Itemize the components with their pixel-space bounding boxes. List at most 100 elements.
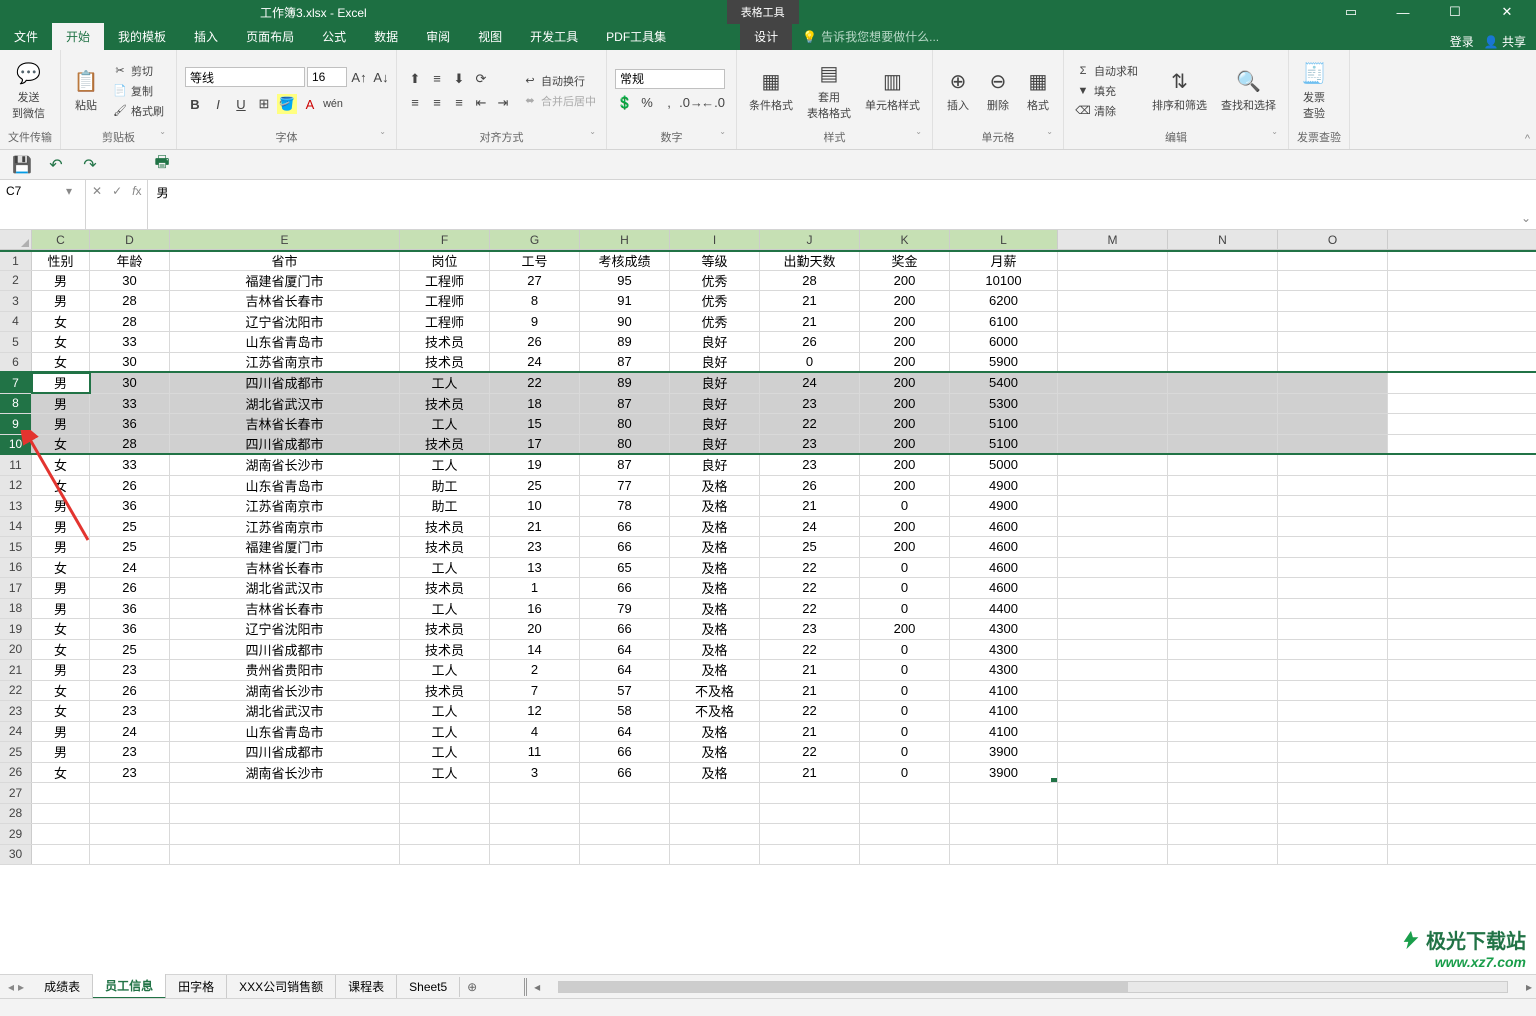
cell-D11[interactable]: 33 (90, 455, 170, 475)
cell-H4[interactable]: 90 (580, 312, 670, 332)
cell-M10[interactable] (1058, 435, 1168, 454)
cell-D25[interactable]: 23 (90, 742, 170, 762)
cell-G10[interactable]: 17 (490, 435, 580, 454)
column-headers[interactable]: C D E F G H I J K L M N O (0, 230, 1536, 250)
row-header-25[interactable]: 25 (0, 742, 32, 762)
cell-F22[interactable]: 技术员 (400, 681, 490, 701)
cell-L9[interactable]: 5100 (950, 414, 1058, 434)
cell-K22[interactable]: 0 (860, 681, 950, 701)
cell-O15[interactable] (1278, 537, 1388, 557)
cell-G29[interactable] (490, 824, 580, 844)
cell-C29[interactable] (32, 824, 90, 844)
cell-G11[interactable]: 19 (490, 455, 580, 475)
cell-K28[interactable] (860, 804, 950, 824)
print-preview-button[interactable]: 🖶 (152, 155, 172, 175)
cell-H16[interactable]: 65 (580, 558, 670, 578)
find-select-button[interactable]: 🔍查找和选择 (1217, 67, 1280, 115)
sheet-tab-2[interactable]: 员工信息 (93, 974, 166, 999)
align-bottom-button[interactable]: ⬇ (449, 69, 469, 89)
cell-O25[interactable] (1278, 742, 1388, 762)
select-all-corner[interactable] (0, 230, 32, 249)
cell-I4[interactable]: 优秀 (670, 312, 760, 332)
cell-J15[interactable]: 25 (760, 537, 860, 557)
cell-N16[interactable] (1168, 558, 1278, 578)
cell-L25[interactable]: 3900 (950, 742, 1058, 762)
cell-H5[interactable]: 89 (580, 332, 670, 352)
cell-K24[interactable]: 0 (860, 722, 950, 742)
cell-K18[interactable]: 0 (860, 599, 950, 619)
tab-review[interactable]: 审阅 (412, 23, 464, 50)
cell-C20[interactable]: 女 (32, 640, 90, 660)
cell-H23[interactable]: 58 (580, 701, 670, 721)
cell-H22[interactable]: 57 (580, 681, 670, 701)
cell-K17[interactable]: 0 (860, 578, 950, 598)
cell-G3[interactable]: 8 (490, 291, 580, 311)
cell-D3[interactable]: 28 (90, 291, 170, 311)
col-header-I[interactable]: I (670, 230, 760, 249)
wrap-text-button[interactable]: ↩自动换行 (519, 72, 600, 90)
cell-M28[interactable] (1058, 804, 1168, 824)
cell-G18[interactable]: 16 (490, 599, 580, 619)
cell-M18[interactable] (1058, 599, 1168, 619)
cell-O21[interactable] (1278, 660, 1388, 680)
cell-G6[interactable]: 24 (490, 353, 580, 372)
cell-M2[interactable] (1058, 271, 1168, 291)
cell-G30[interactable] (490, 845, 580, 865)
paste-button[interactable]: 📋 粘贴 (69, 67, 103, 115)
cell-I26[interactable]: 及格 (670, 763, 760, 783)
cell-O8[interactable] (1278, 394, 1388, 414)
cell-K4[interactable]: 200 (860, 312, 950, 332)
conditional-formatting-button[interactable]: ▦条件格式 (745, 67, 797, 115)
row-header-5[interactable]: 5 (0, 332, 32, 352)
cell-M19[interactable] (1058, 619, 1168, 639)
header-cell[interactable]: 月薪 (950, 252, 1058, 270)
cell-F13[interactable]: 助工 (400, 496, 490, 516)
cell-J13[interactable]: 21 (760, 496, 860, 516)
cell-J20[interactable]: 22 (760, 640, 860, 660)
col-header-J[interactable]: J (760, 230, 860, 249)
col-header-F[interactable]: F (400, 230, 490, 249)
cell-K5[interactable]: 200 (860, 332, 950, 352)
align-middle-button[interactable]: ≡ (427, 69, 447, 89)
minimize-button[interactable]: ― (1380, 0, 1426, 24)
row-header-4[interactable]: 4 (0, 312, 32, 332)
cell-C6[interactable]: 女 (32, 353, 90, 372)
cell-L20[interactable]: 4300 (950, 640, 1058, 660)
cell-H24[interactable]: 64 (580, 722, 670, 742)
cell-H2[interactable]: 95 (580, 271, 670, 291)
cell-N10[interactable] (1168, 435, 1278, 454)
cell-M6[interactable] (1058, 353, 1168, 372)
cell-O24[interactable] (1278, 722, 1388, 742)
cell-L10[interactable]: 5100 (950, 435, 1058, 454)
cell-L29[interactable] (950, 824, 1058, 844)
share-button[interactable]: 👤 共享 (1484, 33, 1526, 50)
cell-L11[interactable]: 5000 (950, 455, 1058, 475)
undo-button[interactable]: ↶ (46, 155, 66, 175)
row-header-6[interactable]: 6 (0, 353, 32, 372)
cell-O9[interactable] (1278, 414, 1388, 434)
cell-N8[interactable] (1168, 394, 1278, 414)
header-cell[interactable]: 考核成绩 (580, 252, 670, 270)
cell-D15[interactable]: 25 (90, 537, 170, 557)
align-center-button[interactable]: ≡ (427, 93, 447, 113)
cell-E23[interactable]: 湖北省武汉市 (170, 701, 400, 721)
cell-I23[interactable]: 不及格 (670, 701, 760, 721)
cell-L17[interactable]: 4600 (950, 578, 1058, 598)
cell-E28[interactable] (170, 804, 400, 824)
cell-G9[interactable]: 15 (490, 414, 580, 434)
cell-G4[interactable]: 9 (490, 312, 580, 332)
cell-I5[interactable]: 良好 (670, 332, 760, 352)
cell-I17[interactable]: 及格 (670, 578, 760, 598)
cell-N7[interactable] (1168, 373, 1278, 393)
cell-E3[interactable]: 吉林省长春市 (170, 291, 400, 311)
cell-M20[interactable] (1058, 640, 1168, 660)
cell-L13[interactable]: 4900 (950, 496, 1058, 516)
insert-cells-button[interactable]: ⊕插入 (941, 67, 975, 115)
row-header-29[interactable]: 29 (0, 824, 32, 844)
decrease-indent-button[interactable]: ⇤ (471, 93, 491, 113)
cell-O27[interactable] (1278, 783, 1388, 803)
row-header-10[interactable]: 10 (0, 435, 32, 454)
cell-C13[interactable]: 男 (32, 496, 90, 516)
cell-L3[interactable]: 6200 (950, 291, 1058, 311)
cell-I7[interactable]: 良好 (670, 373, 760, 393)
